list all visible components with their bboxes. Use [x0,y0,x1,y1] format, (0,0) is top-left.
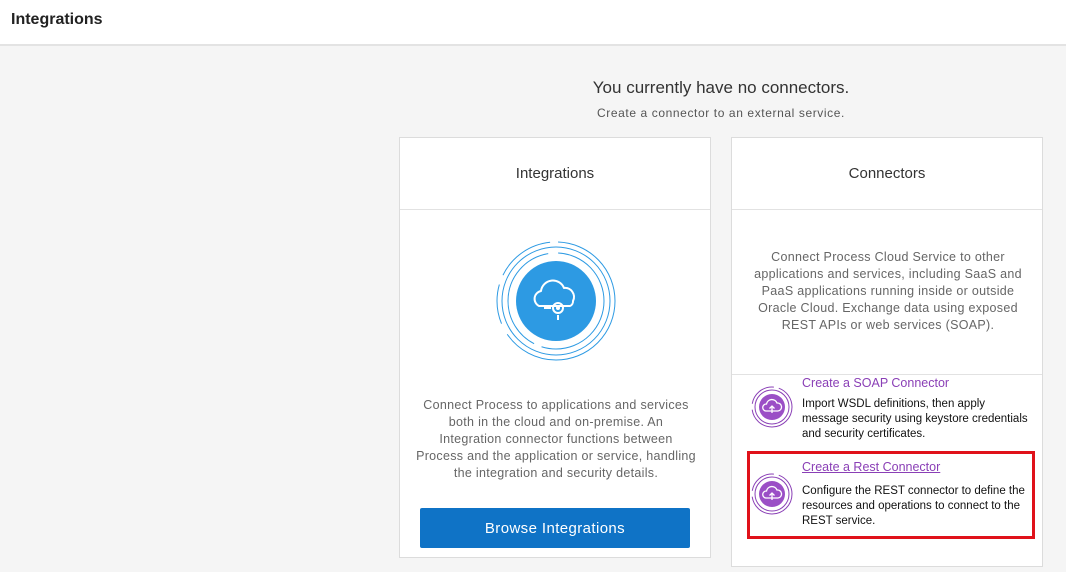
create-soap-connector-link[interactable]: Create a SOAP Connector [802,376,949,390]
integrations-card: Integrations Connect Process to applicat… [399,137,711,558]
connectors-description: Connect Process Cloud Service to other a… [754,250,1022,332]
highlight-box [747,451,1035,539]
connectors-card-title: Connectors [732,138,1042,210]
cloud-upload-icon [751,386,793,428]
empty-state-title: You currently have no connectors. [592,78,850,97]
divider [732,374,1042,375]
integrations-card-title: Integrations [400,138,710,210]
empty-state-subtitle: Create a connector to an external servic… [597,106,845,120]
soap-connector-option[interactable]: Create a SOAP Connector Import WSDL defi… [732,376,1042,448]
browse-integrations-button[interactable]: Browse Integrations [420,508,690,548]
top-bar: Integrations [0,0,1066,46]
cloud-integration-icon [496,241,616,361]
soap-connector-description: Import WSDL definitions, then apply mess… [802,398,1028,440]
page-title: Integrations [11,11,103,28]
integrations-description: Connect Process to applications and serv… [416,398,696,480]
